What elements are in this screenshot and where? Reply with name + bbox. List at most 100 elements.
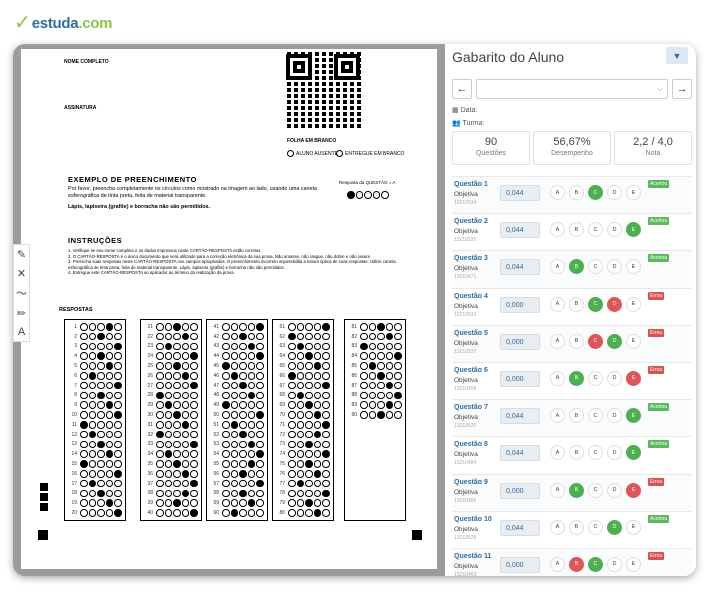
- inst-4: 4. Entregue este CARTÃO-RESPOSTA ao apli…: [68, 270, 235, 276]
- option-c-bubble[interactable]: C: [588, 296, 603, 312]
- option-d-bubble[interactable]: D: [607, 370, 622, 386]
- text-tool-icon[interactable]: A: [18, 326, 25, 338]
- cross-tool-icon[interactable]: ✕: [17, 267, 26, 280]
- resposta-exemplo: Resposta da QUESTÃO = A: [339, 180, 396, 185]
- question-link[interactable]: Questão 10: [454, 516, 492, 523]
- option-b-bubble[interactable]: B: [569, 259, 584, 275]
- question-link[interactable]: Questão 1: [454, 181, 488, 188]
- score-input[interactable]: 0,000: [500, 370, 540, 387]
- option-a-bubble[interactable]: A: [550, 296, 565, 312]
- option-c-bubble[interactable]: C: [588, 408, 603, 424]
- option-b-bubble[interactable]: B: [569, 556, 584, 572]
- score-input[interactable]: 0,044: [500, 222, 540, 239]
- option-b-bubble[interactable]: B: [569, 333, 584, 349]
- option-a-bubble[interactable]: A: [550, 222, 565, 238]
- option-c-bubble[interactable]: C: [588, 333, 603, 349]
- question-link[interactable]: Questão 7: [454, 404, 488, 411]
- option-a-bubble[interactable]: A: [550, 445, 565, 461]
- option-c-bubble[interactable]: C: [588, 370, 603, 386]
- option-a-bubble[interactable]: A: [550, 556, 565, 572]
- status-badge: Errou: [648, 291, 665, 300]
- option-d-bubble[interactable]: D: [607, 408, 622, 424]
- option-a-bubble[interactable]: A: [550, 259, 565, 275]
- option-a-bubble[interactable]: A: [550, 408, 565, 424]
- option-e-bubble[interactable]: E: [626, 482, 641, 498]
- option-e-bubble[interactable]: E: [626, 408, 641, 424]
- option-d-bubble[interactable]: D: [607, 556, 622, 572]
- question-link[interactable]: Questão 3: [454, 255, 488, 262]
- option-e-bubble[interactable]: E: [626, 333, 641, 349]
- question-row: Questão 10 Objetiva 13210529 0,044 A B C D E Acer…: [452, 510, 692, 548]
- option-d-bubble[interactable]: D: [607, 445, 622, 461]
- option-b-bubble[interactable]: B: [569, 408, 584, 424]
- student-select[interactable]: ⌵: [476, 79, 668, 99]
- option-d-bubble[interactable]: D: [607, 482, 622, 498]
- filter-button[interactable]: ▼: [666, 47, 688, 64]
- question-type: Objetiva: [454, 451, 478, 459]
- option-e-bubble[interactable]: E: [626, 556, 641, 572]
- option-d-bubble[interactable]: D: [607, 296, 622, 312]
- users-icon: 👥: [452, 120, 461, 127]
- next-student-button[interactable]: →: [672, 79, 692, 99]
- question-link[interactable]: Questão 4: [454, 293, 488, 300]
- option-d-bubble[interactable]: D: [607, 519, 622, 535]
- option-e-bubble[interactable]: E: [626, 445, 641, 461]
- option-a-bubble[interactable]: A: [550, 519, 565, 535]
- stat-desempenho: 56,67% Desempenho: [533, 131, 611, 165]
- answer-options: ABCDE: [550, 556, 641, 572]
- option-e-bubble[interactable]: E: [626, 519, 641, 535]
- option-c-bubble[interactable]: C: [588, 482, 603, 498]
- score-input[interactable]: 0,044: [500, 259, 540, 276]
- option-e-bubble[interactable]: E: [626, 370, 641, 386]
- option-c-bubble[interactable]: C: [588, 556, 603, 572]
- score-input[interactable]: 0,000: [500, 556, 540, 573]
- question-link[interactable]: Questão 9: [454, 479, 488, 486]
- question-id: 13210237: [454, 348, 477, 355]
- score-input[interactable]: 0,044: [500, 519, 540, 536]
- option-d-bubble[interactable]: D: [607, 222, 622, 238]
- option-d-bubble[interactable]: D: [607, 185, 622, 200]
- option-c-bubble[interactable]: C: [588, 259, 603, 275]
- option-e-bubble[interactable]: E: [626, 259, 641, 275]
- pencil-tool-icon[interactable]: ✏: [17, 307, 26, 320]
- option-b-bubble[interactable]: B: [569, 482, 584, 498]
- score-input[interactable]: 0,000: [500, 296, 540, 313]
- question-link[interactable]: Questão 11: [454, 553, 491, 560]
- question-link[interactable]: Questão 8: [454, 441, 488, 448]
- score-input[interactable]: 0,044: [500, 408, 540, 425]
- question-link[interactable]: Questão 5: [454, 330, 488, 337]
- stat-label: Desempenho: [551, 150, 593, 157]
- option-b-bubble[interactable]: B: [569, 519, 584, 535]
- filter-icon: ▼: [672, 50, 682, 61]
- option-a-bubble[interactable]: A: [550, 482, 565, 498]
- option-b-bubble[interactable]: B: [569, 445, 584, 461]
- option-c-bubble[interactable]: C: [588, 445, 603, 461]
- option-b-bubble[interactable]: B: [569, 370, 584, 386]
- option-c-bubble[interactable]: C: [588, 185, 603, 200]
- question-row: Questão 11 Objetiva 13210463 0,000 A B C D E Erro…: [452, 547, 692, 576]
- option-b-bubble[interactable]: B: [569, 222, 584, 238]
- option-d-bubble[interactable]: D: [607, 259, 622, 275]
- option-e-bubble[interactable]: E: [626, 222, 641, 238]
- option-c-bubble[interactable]: C: [588, 222, 603, 238]
- option-b-bubble[interactable]: B: [569, 185, 584, 200]
- registration-mark: [412, 530, 422, 540]
- pen-tool-icon[interactable]: ✎: [17, 248, 26, 261]
- line-tool-icon[interactable]: 〜: [16, 285, 27, 301]
- option-b-bubble[interactable]: B: [569, 296, 584, 312]
- option-c-bubble[interactable]: C: [588, 519, 603, 535]
- score-input[interactable]: 0,000: [500, 333, 540, 350]
- option-a-bubble[interactable]: A: [550, 333, 565, 349]
- data-label: Data:: [460, 107, 478, 114]
- question-link[interactable]: Questão 2: [454, 218, 488, 225]
- score-input[interactable]: 0,000: [500, 482, 540, 499]
- score-input[interactable]: 0,044: [500, 185, 540, 201]
- score-input[interactable]: 0,044: [500, 445, 540, 462]
- option-a-bubble[interactable]: A: [550, 185, 565, 200]
- option-a-bubble[interactable]: A: [550, 370, 565, 386]
- previous-student-button[interactable]: ←: [452, 79, 472, 99]
- option-e-bubble[interactable]: E: [626, 185, 641, 200]
- question-link[interactable]: Questão 6: [454, 367, 488, 374]
- option-d-bubble[interactable]: D: [607, 333, 622, 349]
- option-e-bubble[interactable]: E: [626, 296, 641, 312]
